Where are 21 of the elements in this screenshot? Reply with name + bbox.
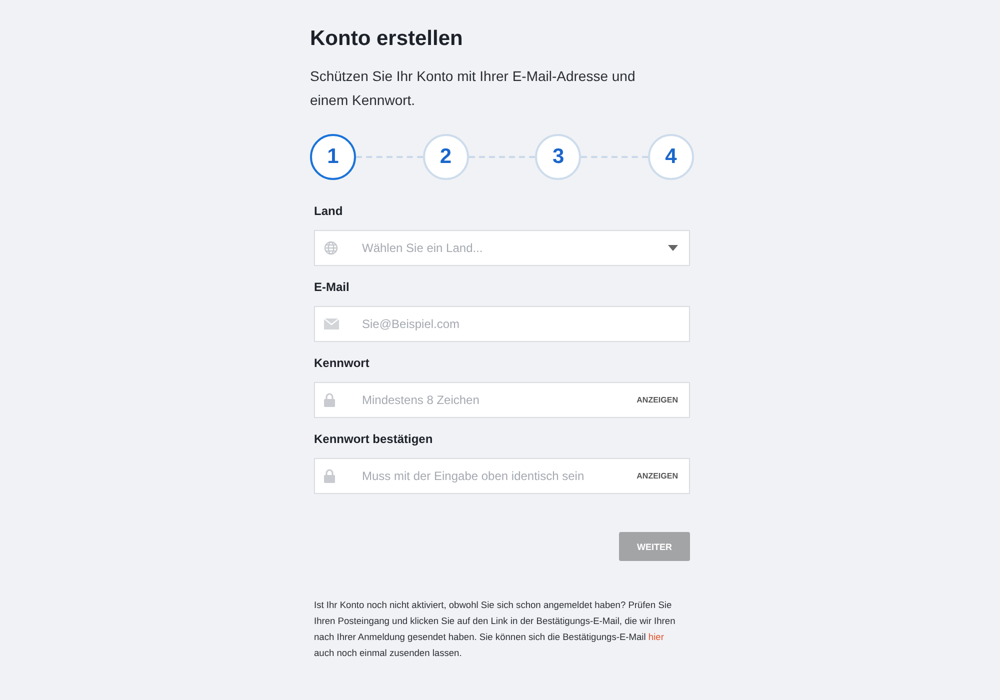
activation-note: Ist Ihr Konto noch nicht aktiviert, obwohl Sie sich schon angemeldet haben? Prüfen Sie Ihren Posteingang und klicken Sie auf den Link in der Bestätigungs-E-Mail, die wir Ihren nach Ihrer Anmeldung gesendet haben. Sie können sich die Bestätigungs-E-Mail hier auch noch einmal zusenden lassen.	[314, 599, 676, 660]
field-label: Kennwort	[314, 356, 370, 370]
show-password-button[interactable]: ANZEIGEN	[636, 472, 678, 480]
input-field[interactable]: Sie@Beispiel.com	[314, 306, 690, 342]
globe-icon	[324, 241, 338, 255]
page-title: Konto erstellen	[310, 26, 464, 52]
field-label: E-Mail	[314, 280, 350, 294]
field-label: Land	[314, 204, 344, 218]
step-indicator: 3	[535, 134, 582, 180]
step-indicator: 4	[648, 134, 694, 180]
lock-icon	[324, 469, 335, 483]
dropdown-caret-icon	[668, 245, 678, 251]
field-label: Kennwort bestätigen	[314, 432, 434, 446]
show-password-button[interactable]: ANZEIGEN	[636, 396, 678, 404]
step-indicator: 2	[422, 134, 469, 180]
mail-icon	[324, 318, 339, 330]
page-subtitle: Schützen Sie Ihr Konto mit Ihrer E-Mail-Adresse und einem Kennwort.	[310, 67, 636, 110]
resend-link[interactable]: hier	[648, 632, 664, 642]
step-indicator: 1	[310, 134, 356, 180]
lock-icon	[324, 393, 335, 407]
country-select[interactable]: Wählen Sie ein Land...	[314, 230, 690, 266]
